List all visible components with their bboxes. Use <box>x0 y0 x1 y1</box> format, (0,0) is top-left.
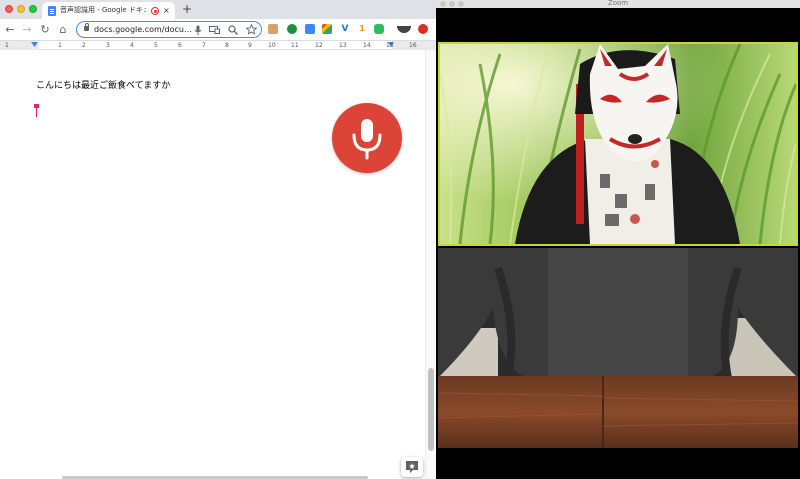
microphone-icon <box>352 119 382 160</box>
tab-strip: 音声認識用 - Google ドキュメント × + <box>0 0 436 19</box>
ublock-icon[interactable] <box>418 24 428 34</box>
tab-title: 音声認識用 - Google ドキュメント <box>60 6 146 14</box>
ruler-number: 6 <box>178 42 182 49</box>
extension-hat-icon[interactable] <box>397 26 411 33</box>
ruler-number: 10 <box>268 42 276 49</box>
cast-icon[interactable] <box>209 26 220 34</box>
vertical-scrollbar[interactable] <box>425 50 436 479</box>
ruler-number: 14 <box>363 42 371 49</box>
explore-icon <box>406 461 418 473</box>
extension-face-icon[interactable] <box>268 24 278 34</box>
ruler-number: 4 <box>130 42 134 49</box>
ruler-number: 8 <box>225 42 229 49</box>
new-tab-button[interactable]: + <box>182 2 192 16</box>
participant-video-second[interactable] <box>438 248 798 448</box>
extension-v-icon[interactable]: V <box>340 24 350 34</box>
chrome-window: 音声認識用 - Google ドキュメント × + ← → ↻ ⌂ docs.g… <box>0 0 436 479</box>
ruler-number: 3 <box>106 42 110 49</box>
extension-pause-icon[interactable] <box>287 24 297 34</box>
evernote-icon[interactable] <box>374 24 384 34</box>
document-canvas[interactable]: こんにちは最近ご飯食べてますか <box>0 50 436 479</box>
ruler-number: 9 <box>248 42 252 49</box>
back-button[interactable]: ← <box>3 22 17 38</box>
screen: 音声認識用 - Google ドキュメント × + ← → ↻ ⌂ docs.g… <box>0 0 800 479</box>
ruler-number: 13 <box>339 42 347 49</box>
lock-icon <box>84 23 89 31</box>
window-maximize-button[interactable] <box>29 5 37 13</box>
forward-button[interactable]: → <box>20 22 34 38</box>
address-bar[interactable]: docs.google.com/docu… <box>76 21 262 38</box>
home-button[interactable]: ⌂ <box>56 22 70 38</box>
voice-typing-button[interactable] <box>332 103 402 173</box>
ruler-number: 1 <box>5 42 9 49</box>
zoom-icon[interactable] <box>228 25 238 35</box>
explore-button[interactable] <box>401 457 423 477</box>
recording-icon <box>151 7 159 15</box>
document-text[interactable]: こんにちは最近ご飯食べてますか <box>36 80 170 92</box>
fox-mask-participant-image <box>440 44 796 244</box>
browser-tab[interactable]: 音声認識用 - Google ドキュメント × <box>42 2 175 19</box>
bookmark-star-icon[interactable] <box>246 24 257 35</box>
text-cursor <box>34 104 39 117</box>
ruler-number: 15 <box>386 42 394 49</box>
tab-close-button[interactable]: × <box>163 5 170 16</box>
ruler: 1 1 2 3 4 5 6 7 8 9 10 11 12 13 14 15 16 <box>0 41 436 50</box>
participant-video-active[interactable] <box>438 42 798 246</box>
reload-button[interactable]: ↻ <box>38 22 52 38</box>
ruler-number: 5 <box>154 42 158 49</box>
microphone-icon[interactable] <box>194 25 202 35</box>
participant-desk-image <box>438 248 798 448</box>
zoom-window: Zoom <box>436 0 800 479</box>
ruler-number: 11 <box>291 42 299 49</box>
extension-google-icon[interactable] <box>322 24 332 34</box>
window-close-button[interactable] <box>5 5 13 13</box>
extension-badge-icon[interactable]: 1 <box>357 24 367 34</box>
window-minimize-button[interactable] <box>17 5 25 13</box>
browser-toolbar: ← → ↻ ⌂ docs.google.com/docu… V 1 <box>0 19 436 41</box>
ruler-number: 1 <box>58 42 62 49</box>
ruler-number: 12 <box>315 42 323 49</box>
scrollbar-thumb[interactable] <box>428 368 434 451</box>
url-text: docs.google.com/docu… <box>94 25 192 34</box>
ruler-number: 7 <box>202 42 206 49</box>
extension-translate-icon[interactable] <box>305 24 315 34</box>
ruler-number: 2 <box>82 42 86 49</box>
zoom-window-title: Zoom <box>607 0 629 7</box>
google-docs-icon <box>48 6 56 16</box>
zoom-titlebar: Zoom <box>436 0 800 8</box>
ruler-number: 16 <box>409 42 417 49</box>
